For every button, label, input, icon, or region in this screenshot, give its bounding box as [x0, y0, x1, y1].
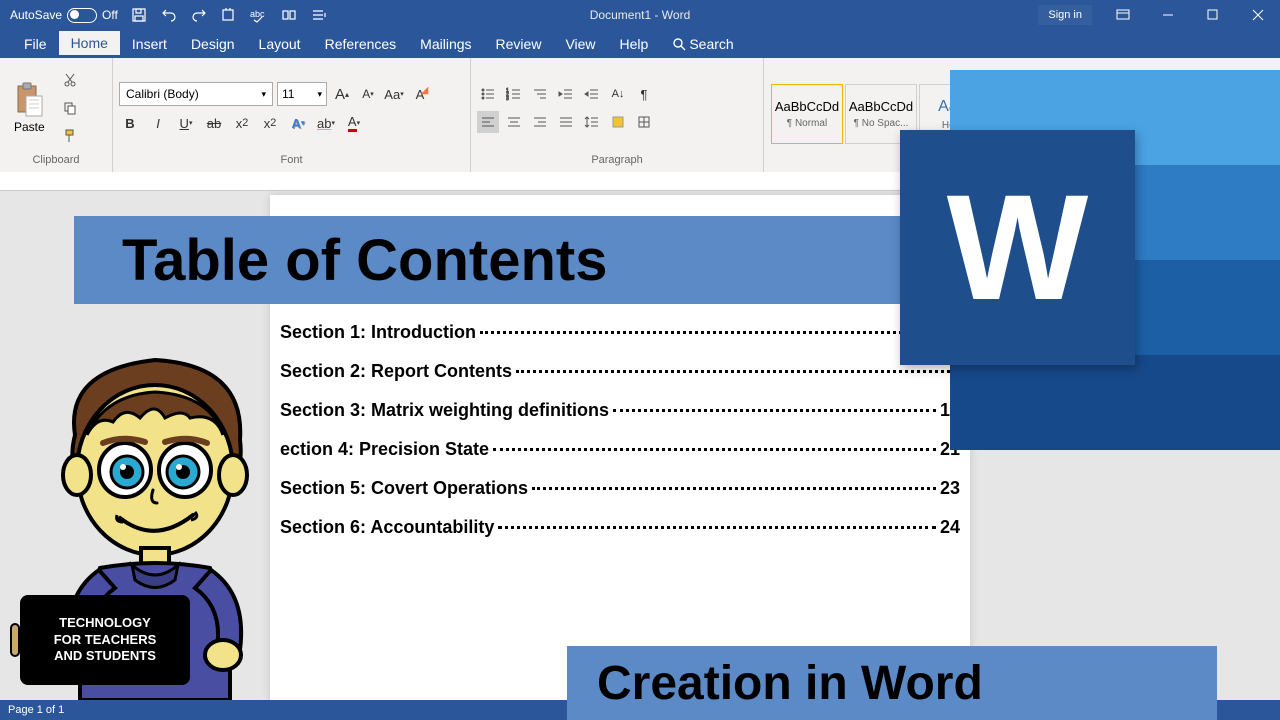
sort-icon[interactable]: A↓	[607, 83, 629, 105]
highlight-icon[interactable]: ab▾	[315, 112, 337, 134]
overlay-bottom-banner: Creation in Word	[567, 646, 1217, 720]
font-group-label: Font	[119, 154, 464, 168]
underline-button[interactable]: U▾	[175, 112, 197, 134]
justify-icon[interactable]	[555, 111, 577, 133]
text-effects-icon[interactable]: A▾	[287, 112, 309, 134]
toc-entry[interactable]: Section 5: Covert Operations 23	[270, 469, 970, 508]
maximize-button[interactable]	[1190, 0, 1235, 30]
align-right-icon[interactable]	[529, 111, 551, 133]
change-case-icon[interactable]: Aa▾	[383, 83, 405, 105]
tab-layout[interactable]: Layout	[247, 32, 313, 56]
sign-in-button[interactable]: Sign in	[1038, 5, 1092, 25]
bold-button[interactable]: B	[119, 112, 141, 134]
copy-icon[interactable]	[59, 97, 81, 119]
toc-leader-dots	[532, 487, 936, 490]
font-color-icon[interactable]: A▾	[343, 112, 365, 134]
superscript-button[interactable]: x2	[259, 112, 281, 134]
word-logo-icon: W	[900, 130, 1135, 365]
style-normal[interactable]: AaBbCcDd ¶ Normal	[771, 84, 843, 144]
grow-font-icon[interactable]: A▴	[331, 83, 353, 105]
clear-formatting-icon[interactable]: A◢	[409, 83, 431, 105]
toc-entry-title: ection 4: Precision State	[280, 439, 489, 460]
clipboard-group-label: Clipboard	[6, 154, 106, 168]
ribbon-display-icon[interactable]	[1100, 0, 1145, 30]
toc-entry[interactable]: ection 4: Precision State21	[270, 430, 970, 469]
tab-file[interactable]: File	[12, 32, 59, 56]
tab-review[interactable]: Review	[484, 32, 554, 56]
tab-view[interactable]: View	[553, 32, 607, 56]
overlay-title-banner: Table of Contents	[74, 216, 992, 304]
italic-button[interactable]: I	[147, 112, 169, 134]
shrink-font-icon[interactable]: A▾	[357, 83, 379, 105]
show-marks-icon[interactable]: ¶	[633, 83, 655, 105]
title-bar: AutoSave Off abc Document1 - Word Sign i…	[0, 0, 1280, 30]
tab-home[interactable]: Home	[59, 31, 120, 57]
toc-entry-title: Section 6: Accountability	[280, 517, 494, 538]
spellcheck-icon[interactable]: abc	[250, 6, 268, 24]
toc-entry-page: 23	[940, 478, 960, 499]
svg-text:3: 3	[506, 96, 509, 101]
shading-icon[interactable]	[607, 111, 629, 133]
line-spacing-icon[interactable]	[581, 111, 603, 133]
multilevel-list-icon[interactable]	[529, 83, 551, 105]
document-title: Document1 - Word	[590, 8, 690, 22]
numbering-icon[interactable]: 123	[503, 83, 525, 105]
tablet-badge: TECHNOLOGY FOR TEACHERS AND STUDENTS	[20, 595, 190, 685]
subscript-button[interactable]: x2	[231, 112, 253, 134]
bullets-icon[interactable]	[477, 83, 499, 105]
minimize-button[interactable]	[1145, 0, 1190, 30]
cut-icon[interactable]	[59, 69, 81, 91]
close-button[interactable]	[1235, 0, 1280, 30]
align-left-icon[interactable]	[477, 111, 499, 133]
toc-leader-dots	[493, 448, 936, 451]
toc-entry-title: Section 2: Report Contents	[280, 361, 512, 382]
toc-leader-dots	[516, 370, 956, 373]
tab-help[interactable]: Help	[608, 32, 661, 56]
increase-indent-icon[interactable]	[581, 83, 603, 105]
paste-button[interactable]: Paste	[6, 80, 53, 136]
toc-leader-dots	[498, 526, 936, 529]
font-size-select[interactable]: 11▾	[277, 82, 327, 106]
toc-entry-title: Section 5: Covert Operations	[280, 478, 528, 499]
toc-leader-dots	[613, 409, 936, 412]
toc-entry-title: Section 1: Introduction	[280, 322, 476, 343]
decrease-indent-icon[interactable]	[555, 83, 577, 105]
paragraph-group-label: Paragraph	[477, 154, 757, 168]
tab-insert[interactable]: Insert	[120, 32, 179, 56]
menu-bar: File Home Insert Design Layout Reference…	[0, 30, 1280, 58]
toc-entry[interactable]: Section 3: Matrix weighting definitions1…	[270, 391, 970, 430]
qat-icon-1[interactable]	[220, 6, 238, 24]
qat-icon-3[interactable]	[310, 6, 328, 24]
strikethrough-button[interactable]: ab	[203, 112, 225, 134]
svg-text:abc: abc	[250, 9, 265, 19]
search-button[interactable]: Search	[660, 32, 745, 56]
qat-icon-2[interactable]	[280, 6, 298, 24]
toc-entry[interactable]: Section 2: Report Contents	[270, 352, 970, 391]
align-center-icon[interactable]	[503, 111, 525, 133]
borders-icon[interactable]	[633, 111, 655, 133]
tab-mailings[interactable]: Mailings	[408, 32, 483, 56]
autosave-toggle[interactable]: AutoSave Off	[10, 8, 118, 23]
undo-icon[interactable]	[160, 6, 178, 24]
toc-entry[interactable]: Section 1: Introduction	[270, 313, 970, 352]
page-count: Page 1 of 1	[8, 704, 64, 716]
format-painter-icon[interactable]	[59, 125, 81, 147]
redo-icon[interactable]	[190, 6, 208, 24]
toc-leader-dots	[480, 331, 956, 334]
toc-entry-title: Section 3: Matrix weighting definitions	[280, 400, 609, 421]
font-name-select[interactable]: Calibri (Body)▾	[119, 82, 273, 106]
tab-references[interactable]: References	[313, 32, 409, 56]
toc-entry[interactable]: Section 6: Accountability 24	[270, 508, 970, 547]
toc-entry-page: 24	[940, 517, 960, 538]
save-icon[interactable]	[130, 6, 148, 24]
tab-design[interactable]: Design	[179, 32, 247, 56]
